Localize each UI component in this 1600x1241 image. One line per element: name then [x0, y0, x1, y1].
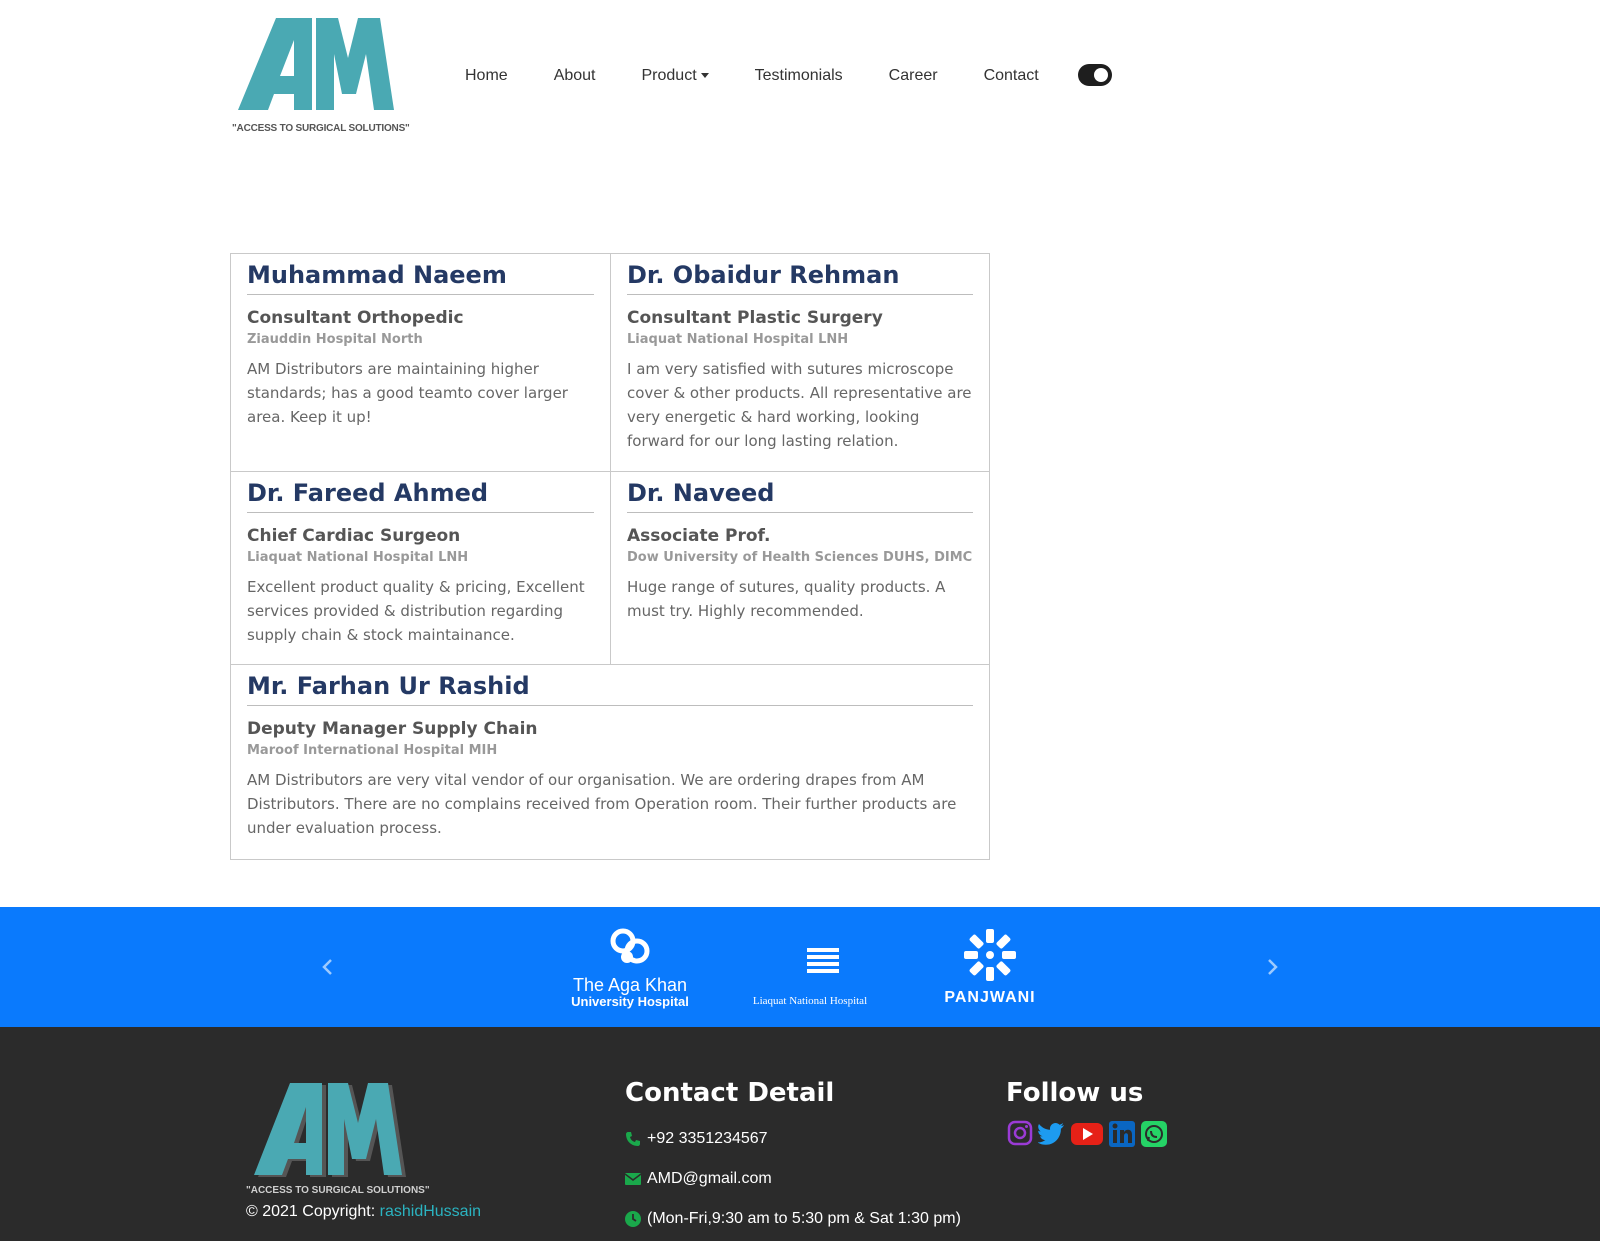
snowflake-emblem-icon	[964, 929, 1016, 981]
partners-carousel: The Aga Khan University Hospital Liaquat…	[0, 907, 1600, 1027]
copyright: © 2021 Copyright: rashidHussain	[246, 1203, 481, 1221]
am-logo[interactable]: "ACCESS TO SURGICAL SOLUTIONS"	[230, 10, 410, 140]
testimonial-quote: Huge range of sutures, quality products.…	[627, 578, 946, 620]
toggle-knob	[1094, 68, 1108, 82]
footer-logo-tagline: "ACCESS TO SURGICAL SOLUTIONS"	[246, 1185, 430, 1196]
chevron-right-icon	[1268, 959, 1278, 975]
testimonial-quote: I am very satisfied with sutures microsc…	[627, 360, 972, 450]
testimonial-hospital: Liaquat National Hospital LNH	[627, 332, 849, 347]
testimonial-card: Dr. Obaidur Rehman Consultant Plastic Su…	[610, 254, 989, 472]
copyright-author-link[interactable]: rashidHussain	[380, 1203, 481, 1220]
testimonial-role: Consultant Orthopedic	[247, 308, 464, 328]
partner-liaquat-label: Liaquat National Hospital	[752, 995, 868, 1007]
contact-email: AMD@gmail.com	[625, 1159, 985, 1199]
youtube-icon[interactable]	[1070, 1119, 1104, 1147]
envelope-icon	[625, 1173, 641, 1185]
phone-icon	[626, 1132, 640, 1146]
partner-aga-khan-line1: The Aga Khan	[572, 975, 688, 995]
testimonial-role: Consultant Plastic Surgery	[627, 308, 883, 328]
nav-contact[interactable]: Contact	[984, 67, 1039, 85]
whatsapp-icon[interactable]	[1140, 1119, 1168, 1147]
testimonial-role: Associate Prof.	[627, 526, 771, 546]
nav-about[interactable]: About	[554, 67, 596, 85]
contact-hours: (Mon-Fri,9:30 am to 5:30 pm & Sat 1:30 p…	[625, 1199, 985, 1239]
testimonial-name: Muhammad Naeem	[247, 260, 594, 295]
logo-tagline: "ACCESS TO SURGICAL SOLUTIONS"	[232, 123, 410, 134]
chevron-left-icon	[322, 959, 332, 975]
testimonial-quote: AM Distributors are maintaining higher s…	[247, 360, 568, 426]
contact-phone-text: +92 3351234567	[647, 1130, 768, 1147]
partner-panjwani-label: PANJWANI	[944, 989, 1036, 1006]
nav-product[interactable]: Product	[642, 67, 709, 85]
nav-testimonials[interactable]: Testimonials	[755, 67, 843, 85]
testimonial-hospital: Maroof International Hospital MIH	[247, 743, 498, 758]
partner-aga-khan-line2: University Hospital	[571, 994, 689, 1009]
nav-home[interactable]: Home	[465, 67, 508, 85]
social-links	[1006, 1119, 1168, 1147]
partner-logo-panjwani[interactable]: PANJWANI	[935, 927, 1045, 1007]
contact-heading: Contact Detail	[625, 1078, 835, 1108]
chevron-down-icon	[700, 73, 709, 79]
testimonial-card: Mr. Farhan Ur Rashid Deputy Manager Supp…	[231, 665, 989, 859]
testimonial-name: Mr. Farhan Ur Rashid	[247, 671, 973, 706]
instagram-icon[interactable]	[1006, 1119, 1034, 1147]
testimonial-card: Muhammad Naeem Consultant Orthopedic Zia…	[231, 254, 610, 472]
follow-us: Follow us	[1006, 1077, 1168, 1147]
clock-icon	[625, 1211, 641, 1227]
contact-hours-text: (Mon-Fri,9:30 am to 5:30 pm & Sat 1:30 p…	[647, 1210, 961, 1227]
site-header: "ACCESS TO SURGICAL SOLUTIONS" Home Abou…	[0, 0, 1600, 150]
testimonial-role: Deputy Manager Supply Chain	[247, 719, 538, 739]
footer-logo[interactable]: "ACCESS TO SURGICAL SOLUTIONS"	[246, 1075, 430, 1205]
am-logo-mark	[238, 18, 394, 110]
carousel-next-button[interactable]	[1260, 955, 1284, 979]
testimonial-name: Dr. Fareed Ahmed	[247, 478, 594, 513]
nav-career[interactable]: Career	[889, 67, 938, 85]
testimonial-quote: AM Distributors are very vital vendor of…	[247, 771, 957, 837]
nav-product-label: Product	[641, 67, 697, 84]
testimonial-hospital: Ziauddin Hospital North	[247, 332, 423, 347]
crescent-lines-emblem-icon	[779, 937, 839, 985]
contact-detail: Contact Detail +92 3351234567 AMD@gmail.…	[625, 1077, 985, 1239]
testimonial-card: Dr. Fareed Ahmed Chief Cardiac Surgeon L…	[231, 472, 610, 665]
testimonial-card: Dr. Naveed Associate Prof. Dow Universit…	[610, 472, 989, 665]
follow-heading: Follow us	[1006, 1078, 1144, 1108]
testimonial-quote: Excellent product quality & pricing, Exc…	[247, 578, 585, 644]
carousel-prev-button[interactable]	[316, 955, 340, 979]
site-footer: "ACCESS TO SURGICAL SOLUTIONS" © 2021 Co…	[0, 1027, 1600, 1241]
testimonial-role: Chief Cardiac Surgeon	[247, 526, 461, 546]
testimonial-hospital: Dow University of Health Sciences DUHS, …	[627, 550, 973, 565]
footer-logo-mark	[254, 1083, 406, 1177]
linkedin-icon[interactable]	[1108, 1119, 1136, 1147]
contact-phone: +92 3351234567	[625, 1119, 985, 1159]
testimonial-hospital: Liaquat National Hospital LNH	[247, 550, 469, 565]
copyright-text: © 2021 Copyright:	[246, 1203, 380, 1220]
twitter-icon[interactable]	[1037, 1119, 1066, 1147]
aga-khan-emblem-icon	[610, 928, 650, 964]
testimonial-name: Dr. Obaidur Rehman	[627, 260, 973, 295]
theme-toggle[interactable]	[1078, 64, 1112, 86]
testimonial-name: Dr. Naveed	[627, 478, 973, 513]
testimonials-grid: Muhammad Naeem Consultant Orthopedic Zia…	[230, 253, 990, 860]
partner-logo-liaquat-national[interactable]: Liaquat National Hospital	[745, 933, 875, 1007]
main-nav: Home About Product Testimonials Career C…	[465, 64, 1085, 88]
contact-email-text: AMD@gmail.com	[647, 1170, 772, 1187]
partner-logo-aga-khan[interactable]: The Aga Khan University Hospital	[565, 927, 695, 1009]
